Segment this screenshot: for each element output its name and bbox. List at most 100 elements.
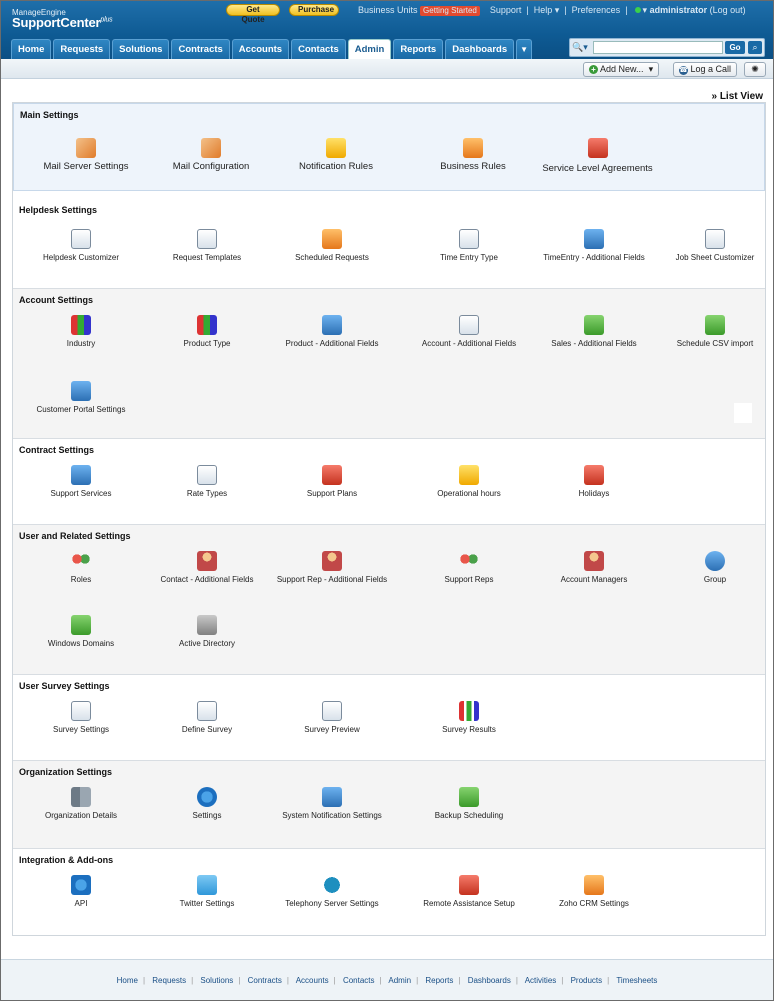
admin-item-rate-types[interactable]: Rate Types [148, 465, 266, 499]
admin-item-contact-additional-fields[interactable]: Contact - Additional Fields [148, 551, 266, 585]
admin-item-schedule-csv-import[interactable]: Schedule CSV import [656, 315, 773, 349]
tab-solutions[interactable]: Solutions [112, 39, 170, 59]
tab-admin[interactable]: Admin [347, 39, 392, 59]
footer-link-activities[interactable]: Activities [525, 976, 557, 985]
help-link[interactable]: Help [534, 5, 553, 15]
search-go-button[interactable]: Go [725, 41, 745, 54]
footer-link-contracts[interactable]: Contracts [248, 976, 282, 985]
admin-item-system-notification-settings[interactable]: System Notification Settings [273, 787, 391, 821]
logout-link[interactable]: (Log out) [710, 5, 746, 15]
customer-portal-icon [71, 381, 91, 401]
get-quote-button[interactable]: Get Quote [226, 4, 280, 24]
admin-item-settings[interactable]: Settings [148, 787, 266, 821]
admin-item-timeentry-additional-fields[interactable]: TimeEntry - Additional Fields [535, 229, 653, 263]
admin-item-notification-rules[interactable]: Notification Rules [277, 138, 395, 172]
item-label: Active Directory [178, 639, 235, 648]
item-label: Request Templates [172, 253, 242, 262]
footer-link-reports[interactable]: Reports [425, 976, 453, 985]
admin-item-survey-settings[interactable]: Survey Settings [22, 701, 140, 735]
item-label: Contact - Additional Fields [160, 575, 254, 584]
admin-item-mail-configuration[interactable]: Mail Configuration [152, 138, 270, 172]
admin-item-group[interactable]: Group [656, 551, 773, 585]
admin-item-product-type[interactable]: Product Type [148, 315, 266, 349]
admin-item-define-survey[interactable]: Define Survey [148, 701, 266, 735]
search-scope-icon[interactable]: 🔍▾ [572, 41, 592, 54]
section-main-settings: Main Settings Mail Server Settings Mail … [13, 103, 765, 191]
admin-item-mail-server-settings[interactable]: Mail Server Settings [27, 138, 145, 172]
advanced-search-icon[interactable]: ⌕ [748, 41, 762, 54]
admin-item-survey-results[interactable]: Survey Results [410, 701, 528, 735]
product-fields-icon [322, 315, 342, 335]
admin-item-support-rep-additional-fields[interactable]: Support Rep - Additional Fields [273, 551, 391, 585]
section-title: Main Settings [20, 110, 79, 120]
admin-item-business-rules[interactable]: Business Rules [414, 138, 532, 172]
admin-item-support-plans[interactable]: Support Plans [273, 465, 391, 499]
footer-link-products[interactable]: Products [571, 976, 603, 985]
more-tabs-icon[interactable]: ▼ [516, 39, 533, 59]
admin-item-request-templates[interactable]: Request Templates [148, 229, 266, 263]
tab-contacts[interactable]: Contacts [291, 39, 346, 59]
main-tabs: Home Requests Solutions Contracts Accoun… [11, 39, 533, 59]
footer-link-admin[interactable]: Admin [388, 976, 411, 985]
tab-contracts[interactable]: Contracts [171, 39, 230, 59]
admin-item-service-level-agreements[interactable]: Service Level Agreements [530, 138, 665, 174]
section-title: Account Settings [19, 295, 94, 305]
list-view-link[interactable]: » List View [711, 91, 763, 102]
footer-link-timesheets[interactable]: Timesheets [616, 976, 657, 985]
footer-link-home[interactable]: Home [117, 976, 138, 985]
admin-item-industry[interactable]: Industry [22, 315, 140, 349]
admin-item-twitter-settings[interactable]: Twitter Settings [148, 875, 266, 909]
admin-item-product-additional-fields[interactable]: Product - Additional Fields [273, 315, 391, 349]
item-label: Time Entry Type [440, 253, 498, 262]
admin-item-remote-assistance-setup[interactable]: Remote Assistance Setup [410, 875, 528, 909]
admin-item-support-reps[interactable]: Support Reps [410, 551, 528, 585]
admin-content: Main Settings Mail Server Settings Mail … [12, 102, 766, 936]
footer-link-solutions[interactable]: Solutions [200, 976, 233, 985]
log-call-button[interactable]: ☎ Log a Call [673, 62, 738, 77]
admin-item-backup-scheduling[interactable]: Backup Scheduling [410, 787, 528, 821]
admin-item-telephony-server-settings[interactable]: Telephony Server Settings [273, 875, 391, 909]
admin-item-organization-details[interactable]: Organization Details [22, 787, 140, 821]
tab-home[interactable]: Home [11, 39, 52, 59]
admin-item-helpdesk-customizer[interactable]: Helpdesk Customizer [22, 229, 140, 263]
admin-item-scheduled-requests[interactable]: Scheduled Requests [273, 229, 391, 263]
footer-link-accounts[interactable]: Accounts [296, 976, 329, 985]
admin-item-holidays[interactable]: Holidays [535, 465, 653, 499]
tab-dashboards[interactable]: Dashboards [445, 39, 515, 59]
footer-link-dashboards[interactable]: Dashboards [468, 976, 511, 985]
brand-logo[interactable]: SupportCenterplus [12, 15, 113, 30]
search-input[interactable] [593, 41, 723, 54]
admin-item-customer-portal-settings[interactable]: Customer Portal Settings [22, 381, 140, 415]
admin-item-sales-additional-fields[interactable]: Sales - Additional Fields [535, 315, 653, 349]
chevron-down-icon[interactable]: ▾ [555, 5, 560, 15]
admin-item-active-directory[interactable]: Active Directory [148, 615, 266, 649]
item-label: API [74, 899, 88, 908]
business-units-link[interactable]: Business Units [358, 5, 418, 15]
add-new-button[interactable]: + Add New... ▾ [583, 62, 660, 77]
admin-item-operational-hours[interactable]: Operational hours [410, 465, 528, 499]
settings-icon[interactable]: ✺ [744, 62, 766, 77]
footer-link-contacts[interactable]: Contacts [343, 976, 375, 985]
admin-item-time-entry-type[interactable]: Time Entry Type [410, 229, 528, 263]
tab-accounts[interactable]: Accounts [231, 39, 290, 59]
tab-requests[interactable]: Requests [53, 39, 111, 59]
admin-item-account-additional-fields[interactable]: Account - Additional Fields [410, 315, 528, 349]
footer-link-requests[interactable]: Requests [152, 976, 186, 985]
admin-item-roles[interactable]: Roles [22, 551, 140, 585]
admin-item-survey-preview[interactable]: Survey Preview [273, 701, 391, 735]
admin-item-windows-domains[interactable]: Windows Domains [22, 615, 140, 649]
survey-settings-icon [71, 701, 91, 721]
admin-item-support-services[interactable]: Support Services [22, 465, 140, 499]
user-menu-icon[interactable]: ▾ [643, 5, 648, 15]
support-link[interactable]: Support [490, 5, 522, 15]
admin-item-account-managers[interactable]: Account Managers [535, 551, 653, 585]
getting-started-badge[interactable]: Getting Started [420, 6, 480, 16]
admin-item-api[interactable]: API [22, 875, 140, 909]
chevron-down-icon[interactable]: ▾ [649, 64, 654, 74]
admin-item-zoho-crm-settings[interactable]: Zoho CRM Settings [535, 875, 653, 909]
purchase-button[interactable]: Purchase [289, 4, 339, 16]
user-name[interactable]: administrator [650, 5, 708, 15]
admin-item-job-sheet-customizer[interactable]: Job Sheet Customizer [656, 229, 773, 263]
preferences-link[interactable]: Preferences [572, 5, 621, 15]
tab-reports[interactable]: Reports [393, 39, 444, 59]
